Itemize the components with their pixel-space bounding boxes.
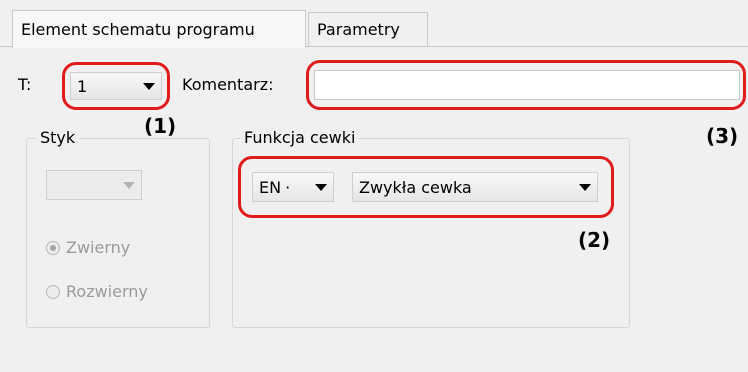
annotation-box-2 [238,156,614,218]
comment-label: Komentarz: [182,75,274,94]
annotation-label-3: (3) [706,124,739,148]
radio-label: Zwierny [66,238,131,257]
radio-icon [46,284,60,299]
annotation-box-1 [62,62,170,110]
radio-label: Rozwierny [66,282,148,301]
annotation-label-1: (1) [144,114,177,138]
tab-label: Element schematu programu [21,20,255,39]
radio-rozwierny: Rozwierny [46,282,148,301]
annotation-box-3 [306,60,746,110]
radio-icon [46,240,60,255]
chevron-down-icon [123,181,135,189]
styk-dropdown [46,170,142,200]
annotation-label-2: (2) [578,228,611,252]
tab-element-schematu[interactable]: Element schematu programu [12,10,306,48]
radio-zwierny: Zwierny [46,238,130,257]
styk-title: Styk [36,128,80,147]
funkcja-title: Funkcja cewki [240,128,360,147]
t-label: T: [18,75,32,94]
tab-label: Parametry [317,20,400,39]
tab-parametry[interactable]: Parametry [308,12,428,46]
